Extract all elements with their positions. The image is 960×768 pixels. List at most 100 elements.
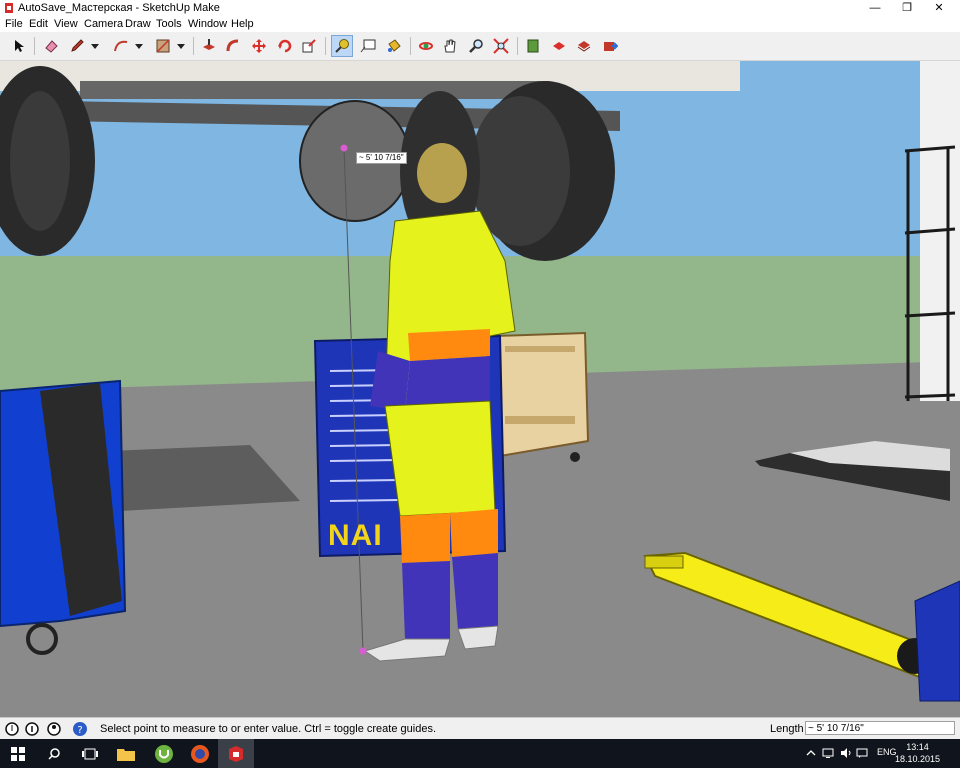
send-icon bbox=[604, 42, 618, 51]
close-button[interactable]: ✕ bbox=[924, 0, 954, 16]
pan-tool[interactable] bbox=[439, 35, 461, 57]
shape-dropdown[interactable] bbox=[174, 35, 188, 57]
paint-bucket-icon bbox=[388, 39, 401, 52]
rotate-icon bbox=[278, 39, 292, 53]
text-icon bbox=[360, 39, 376, 53]
clock-time: 13:14 bbox=[906, 742, 929, 752]
worker-knee-left bbox=[400, 513, 450, 563]
tape-measure-tool[interactable] bbox=[331, 35, 353, 57]
worker-head bbox=[417, 143, 467, 203]
warehouse-icon bbox=[527, 39, 539, 53]
maximize-button[interactable]: ❐ bbox=[892, 0, 922, 16]
minimize-button[interactable]: — bbox=[860, 0, 890, 16]
menu-file[interactable]: File bbox=[5, 18, 23, 30]
paint-bucket-tool[interactable] bbox=[383, 35, 405, 57]
component-tool[interactable] bbox=[573, 35, 595, 57]
menu-draw[interactable]: Draw bbox=[125, 18, 151, 30]
file-explorer-icon bbox=[117, 748, 135, 761]
windows-taskbar: ENG 13:14 18.10.2015 bbox=[0, 739, 960, 768]
menu-bar: File Edit View Camera Draw Tools Window … bbox=[0, 16, 960, 32]
dropdown-icon bbox=[177, 44, 185, 49]
tire-left-tread bbox=[10, 91, 70, 231]
tape-measure-icon bbox=[335, 39, 349, 53]
rotate-tool[interactable] bbox=[274, 35, 296, 57]
user-account-icon[interactable] bbox=[46, 721, 62, 737]
toolbar-separator bbox=[517, 37, 518, 55]
sketchup-icon bbox=[229, 745, 243, 762]
worker-shin-left bbox=[402, 561, 450, 639]
model-viewport[interactable]: NAI ~ 5' 10 7/16" bbox=[0, 61, 960, 717]
shape-tool[interactable] bbox=[152, 35, 174, 57]
chevron-up-icon[interactable] bbox=[805, 747, 817, 759]
toolbar-separator bbox=[410, 37, 411, 55]
menu-camera[interactable]: Camera bbox=[84, 18, 123, 30]
menu-window[interactable]: Window bbox=[188, 18, 227, 30]
firefox-button[interactable] bbox=[182, 739, 218, 768]
scale-icon bbox=[302, 39, 316, 53]
menu-help[interactable]: Help bbox=[231, 18, 254, 30]
pencil-tool[interactable] bbox=[66, 35, 88, 57]
follow-me-tool[interactable] bbox=[222, 35, 244, 57]
search-button[interactable] bbox=[36, 739, 72, 768]
task-view-button[interactable] bbox=[72, 739, 108, 768]
pencil-dropdown[interactable] bbox=[88, 35, 102, 57]
utorrent-button[interactable] bbox=[146, 739, 182, 768]
utorrent-icon bbox=[155, 744, 173, 763]
select-tool[interactable] bbox=[8, 35, 30, 57]
firefox-icon bbox=[191, 744, 209, 763]
worker-shin-right bbox=[452, 553, 498, 629]
help-icon[interactable]: ? bbox=[72, 721, 88, 737]
menu-edit[interactable]: Edit bbox=[29, 18, 48, 30]
start-button[interactable] bbox=[0, 739, 36, 768]
orbit-icon bbox=[419, 42, 433, 50]
search-icon bbox=[48, 747, 60, 760]
eraser-icon bbox=[45, 40, 58, 53]
toolbox-brand: NAI bbox=[328, 519, 383, 552]
orbit-tool[interactable] bbox=[415, 35, 437, 57]
message-icon[interactable] bbox=[856, 747, 868, 759]
clock-date: 18.10.2015 bbox=[894, 754, 940, 764]
window-title: AutoSave_Мастерская - SketchUp Make bbox=[18, 2, 220, 14]
extension-tool[interactable] bbox=[548, 35, 570, 57]
scale-tool[interactable] bbox=[298, 35, 320, 57]
shape-icon bbox=[156, 39, 170, 53]
push-pull-tool[interactable] bbox=[198, 35, 220, 57]
dropdown-icon bbox=[135, 44, 143, 49]
measure-tooltip: ~ 5' 10 7/16" bbox=[356, 152, 407, 164]
sketchup-taskbar-button[interactable] bbox=[218, 739, 254, 768]
pencil-icon bbox=[71, 39, 84, 52]
extension-icon bbox=[553, 42, 565, 50]
move-tool[interactable] bbox=[248, 35, 270, 57]
file-explorer-button[interactable] bbox=[108, 739, 144, 768]
follow-me-icon bbox=[226, 39, 239, 52]
geo-location-icon[interactable] bbox=[4, 721, 20, 737]
system-clock[interactable]: 13:14 18.10.2015 bbox=[895, 741, 940, 765]
arc-dropdown[interactable] bbox=[132, 35, 146, 57]
language-indicator[interactable]: ENG bbox=[877, 747, 897, 757]
blue-machine bbox=[0, 379, 127, 655]
send-tool[interactable] bbox=[599, 35, 621, 57]
arc-tool[interactable] bbox=[110, 35, 132, 57]
select-icon bbox=[15, 40, 24, 52]
sketchup-app-icon bbox=[5, 3, 13, 13]
text-tool[interactable] bbox=[357, 35, 379, 57]
network-icon[interactable] bbox=[822, 747, 834, 759]
arc-icon bbox=[114, 40, 128, 52]
push-pull-icon bbox=[203, 39, 215, 50]
component-icon bbox=[577, 41, 591, 52]
zoom-icon bbox=[469, 39, 483, 53]
warehouse-tool[interactable] bbox=[522, 35, 544, 57]
scene-3d bbox=[0, 61, 960, 717]
toolbar-separator bbox=[193, 37, 194, 55]
eraser-tool[interactable] bbox=[40, 35, 62, 57]
length-input[interactable]: ~ 5' 10 7/16" bbox=[805, 721, 955, 735]
menu-tools[interactable]: Tools bbox=[156, 18, 182, 30]
toolbar-separator bbox=[34, 37, 35, 55]
volume-icon[interactable] bbox=[840, 747, 852, 759]
worker-belt bbox=[408, 329, 490, 361]
menu-view[interactable]: View bbox=[54, 18, 78, 30]
credits-icon[interactable] bbox=[24, 721, 40, 737]
zoom-tool[interactable] bbox=[465, 35, 487, 57]
toolbar-separator bbox=[325, 37, 326, 55]
zoom-extents-tool[interactable] bbox=[490, 35, 512, 57]
